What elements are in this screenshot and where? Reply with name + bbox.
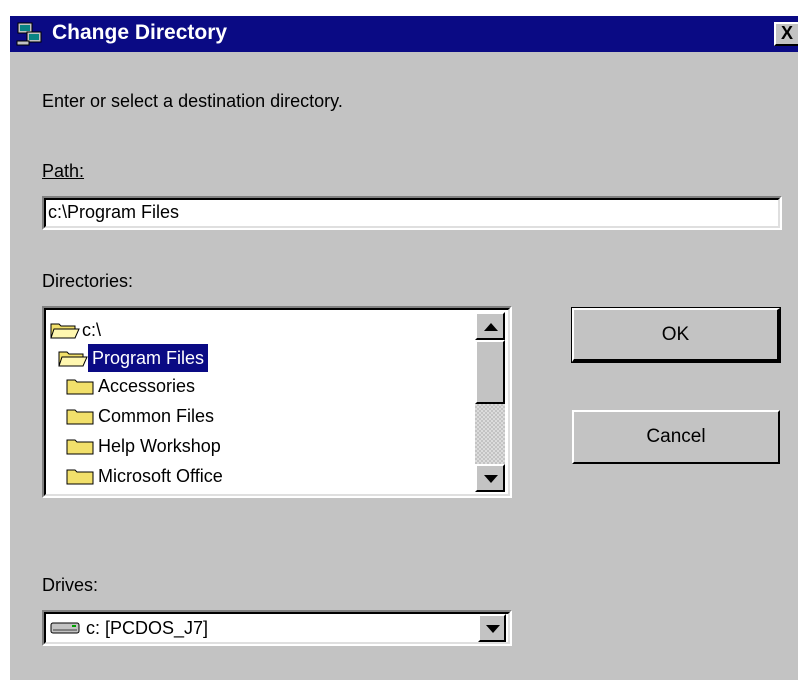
directory-item-label: c:\	[82, 320, 102, 340]
directory-item-label: Microsoft Office	[98, 466, 223, 486]
directories-label: Directories:	[42, 271, 134, 291]
directory-item-label: Common Files	[98, 406, 215, 426]
drives-dropdown[interactable]: c: [PCDOS_J7]	[42, 610, 512, 646]
ok-button[interactable]: OK	[571, 307, 781, 363]
directory-item-label: Help Workshop	[98, 436, 221, 456]
cancel-button[interactable]: Cancel	[572, 410, 780, 464]
arrow-up-icon	[484, 323, 498, 331]
drives-label: Drives:	[42, 575, 99, 595]
drives-dropdown-button[interactable]	[478, 614, 506, 642]
cancel-button-label: Cancel	[646, 426, 706, 447]
folder-icon	[66, 379, 94, 395]
title-bar[interactable]: Change Directory X	[10, 16, 798, 52]
hard-drive-icon	[50, 622, 80, 634]
folder-icon	[66, 439, 94, 455]
dialog-title: Change Directory	[52, 21, 228, 44]
scroll-thumb[interactable]	[475, 340, 505, 404]
folder-icon	[66, 409, 94, 425]
scroll-up-button[interactable]	[475, 312, 505, 340]
open-folder-icon	[50, 323, 80, 339]
path-input-value: c:\Program Files	[48, 202, 180, 222]
path-input[interactable]: c:\Program Files	[42, 196, 782, 230]
folder-icon	[66, 469, 94, 485]
directories-listbox[interactable]: c:\ Program Files Accessories Common Fil…	[42, 306, 512, 498]
ok-button-label: OK	[661, 324, 690, 345]
chevron-down-icon	[486, 625, 500, 633]
close-button[interactable]: X	[774, 22, 798, 46]
close-icon: X	[780, 23, 793, 43]
directories-scrollbar[interactable]	[475, 312, 505, 492]
directory-item-label: Accessories	[98, 376, 196, 396]
computer-icon	[16, 22, 42, 46]
scroll-down-button[interactable]	[475, 464, 505, 492]
open-folder-icon	[58, 351, 88, 367]
arrow-down-icon	[484, 475, 498, 483]
drives-dropdown-value: c: [PCDOS_J7]	[86, 618, 209, 638]
directory-item-label: Program Files	[88, 344, 209, 372]
instruction-text: Enter or select a destination directory.	[42, 91, 343, 111]
change-directory-dialog: Change Directory X Enter or select a des…	[8, 14, 798, 680]
path-label: Path:	[42, 161, 85, 181]
